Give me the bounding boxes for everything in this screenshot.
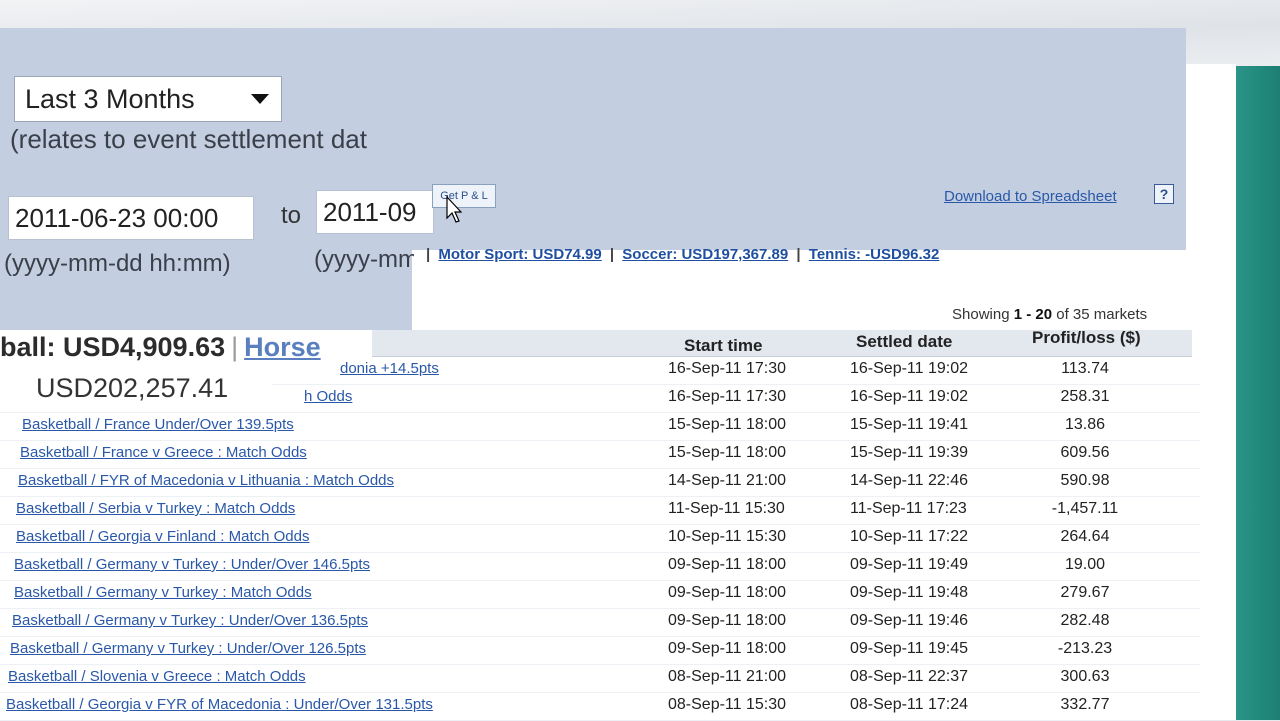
start-time: 15-Sep-11 18:00	[668, 444, 787, 461]
table-header: Start time Settled date Profit/loss ($)	[372, 328, 1192, 357]
help-icon[interactable]: ?	[1154, 184, 1174, 204]
market-link[interactable]: donia +14.5pts	[340, 360, 439, 377]
table-row: Basketball / FYR of Macedonia v Lithuani…	[0, 468, 1200, 497]
settled-date: 09-Sep-11 19:46	[850, 612, 969, 629]
get-pl-button[interactable]: Get P & L	[432, 184, 496, 208]
market-link[interactable]: Basketball / Germany v Turkey : Under/Ov…	[14, 556, 370, 573]
table-row: Basketball / Germany v Turkey : Match Od…	[0, 580, 1200, 609]
market-link[interactable]: Basketball / Germany v Turkey : Match Od…	[14, 584, 312, 601]
table-row: Basketball / Georgia v Finland : Match O…	[0, 524, 1200, 553]
chevron-down-icon	[251, 94, 269, 104]
table-row: Basketball / Germany v Turkey : Under/Ov…	[0, 552, 1200, 581]
settled-date: 09-Sep-11 19:48	[850, 584, 969, 601]
table-row: Basketball / France Under/Over 139.5pts …	[0, 412, 1200, 441]
header-settled-date[interactable]: Settled date	[856, 332, 952, 352]
profit-loss: 332.77	[1060, 696, 1110, 713]
to-label: to	[281, 202, 302, 229]
header-profit-loss[interactable]: Profit/loss ($)	[1032, 328, 1141, 348]
settled-date: 11-Sep-11 17:23	[850, 500, 967, 517]
start-time: 11-Sep-11 15:30	[668, 500, 785, 517]
start-time: 08-Sep-11 21:00	[668, 668, 787, 685]
overlay-total: USD202,257.41	[0, 368, 272, 408]
table-row: Basketball / Slovenia v Greece : Match O…	[0, 664, 1200, 693]
market-link[interactable]: h Odds	[304, 388, 352, 405]
table-row: Basketball / Germany v Turkey : Under/Ov…	[0, 636, 1200, 665]
start-time: 14-Sep-11 21:00	[668, 472, 787, 489]
start-time: 15-Sep-11 18:00	[668, 416, 787, 433]
start-time: 08-Sep-11 15:30	[668, 696, 787, 713]
start-time: 09-Sep-11 18:00	[668, 556, 787, 573]
start-time: 09-Sep-11 18:00	[668, 640, 787, 657]
from-format-hint: (yyyy-mm-dd hh:mm)	[4, 250, 231, 277]
profit-loss: 258.31	[1060, 388, 1110, 405]
start-time: 16-Sep-11 17:30	[668, 360, 787, 377]
to-format-hint: (yyyy-mm	[314, 246, 414, 273]
start-time: 16-Sep-11 17:30	[668, 388, 787, 405]
market-link[interactable]: Basketball / France Under/Over 139.5pts	[22, 416, 294, 433]
profit-loss: 279.67	[1060, 584, 1110, 601]
profit-loss: 282.48	[1060, 612, 1110, 629]
profit-loss: 609.56	[1060, 444, 1110, 461]
market-link[interactable]: Basketball / FYR of Macedonia v Lithuani…	[18, 472, 394, 489]
profit-loss: 13.86	[1064, 416, 1106, 433]
profit-loss: 300.63	[1060, 668, 1110, 685]
filter-panel-lower	[0, 228, 412, 330]
date-from-input[interactable]: 2011-06-23 00:00	[8, 196, 254, 240]
settled-date: 09-Sep-11 19:49	[850, 556, 969, 573]
market-link[interactable]: Basketball / France v Greece : Match Odd…	[20, 444, 307, 461]
settled-date: 14-Sep-11 22:46	[850, 472, 969, 489]
profit-loss: -213.23	[1057, 640, 1113, 657]
header-start-time[interactable]: Start time	[684, 336, 762, 356]
profit-loss: 113.74	[1061, 360, 1109, 377]
market-link[interactable]: Basketball / Germany v Turkey : Under/Ov…	[12, 612, 368, 629]
market-link[interactable]: Basketball / Georgia v Finland : Match O…	[16, 528, 309, 545]
sport-total-motor-sport[interactable]: Motor Sport: USD74.99	[438, 246, 601, 263]
market-link[interactable]: Basketball / Serbia v Turkey : Match Odd…	[16, 500, 295, 517]
settled-date: 09-Sep-11 19:45	[850, 640, 969, 657]
mouse-pointer-icon	[446, 196, 462, 223]
sport-total-soccer[interactable]: Soccer: USD197,367.89	[622, 246, 788, 263]
period-select-value: Last 3 Months	[25, 83, 195, 114]
separator: |	[609, 246, 615, 263]
settled-date: 16-Sep-11 19:02	[850, 388, 969, 405]
table-row: Basketball / France v Greece : Match Odd…	[0, 440, 1200, 469]
settled-date: 15-Sep-11 19:39	[850, 444, 969, 461]
start-time: 09-Sep-11 18:00	[668, 584, 787, 601]
market-link[interactable]: Basketball / Slovenia v Greece : Match O…	[8, 668, 306, 685]
profit-loss: 590.98	[1060, 472, 1110, 489]
separator: |	[426, 246, 431, 263]
start-time: 09-Sep-11 18:00	[668, 612, 787, 629]
start-time: 10-Sep-11 15:30	[668, 528, 787, 545]
settled-date: 08-Sep-11 17:24	[850, 696, 969, 713]
settled-date: 15-Sep-11 19:41	[850, 416, 969, 433]
profit-loss: 264.64	[1060, 528, 1110, 545]
period-select[interactable]: Last 3 Months	[14, 76, 282, 122]
sport-totals: | Motor Sport: USD74.99 | Soccer: USD197…	[422, 246, 939, 263]
profit-loss: 19.00	[1064, 556, 1106, 573]
table-row: Basketball / Serbia v Turkey : Match Odd…	[0, 496, 1200, 525]
showing-count: Showing 1 - 20 of 35 markets	[952, 306, 1148, 323]
settled-date: 10-Sep-11 17:22	[850, 528, 969, 545]
settlement-note: (relates to event settlement dat	[10, 124, 367, 154]
download-spreadsheet-link[interactable]: Download to Spreadsheet	[944, 188, 1117, 205]
sport-total-tennis[interactable]: Tennis: -USD96.32	[809, 246, 940, 263]
settled-date: 08-Sep-11 22:37	[850, 668, 969, 685]
table-row: Basketball / Germany v Turkey : Under/Ov…	[0, 608, 1200, 637]
date-to-input[interactable]: 2011-09	[316, 190, 434, 234]
market-link[interactable]: Basketball / Georgia v FYR of Macedonia …	[6, 696, 433, 713]
table-row: Basketball / Georgia v FYR of Macedonia …	[0, 692, 1200, 721]
settled-date: 16-Sep-11 19:02	[850, 360, 969, 377]
profit-loss: -1,457.11	[1051, 500, 1119, 517]
separator: |	[796, 246, 801, 263]
market-link[interactable]: Basketball / Germany v Turkey : Under/Ov…	[10, 640, 366, 657]
